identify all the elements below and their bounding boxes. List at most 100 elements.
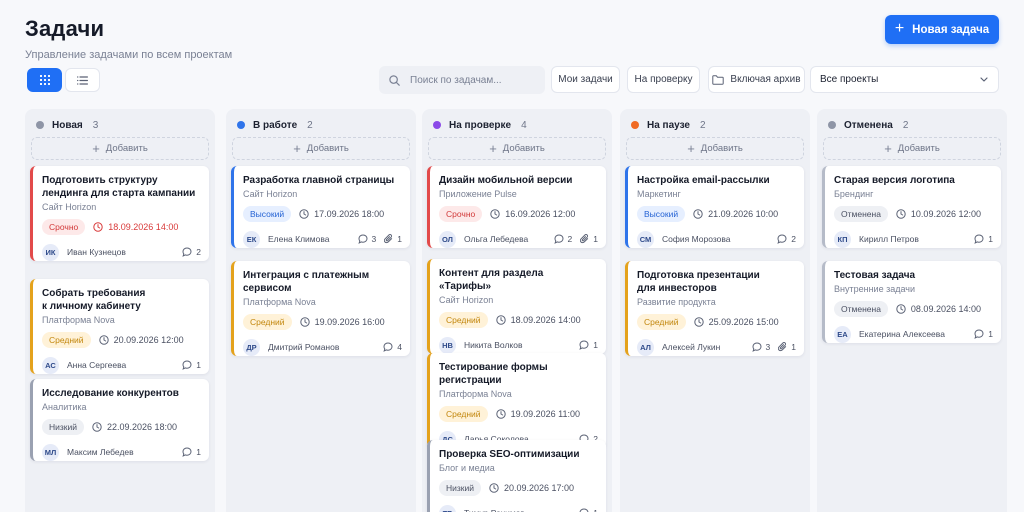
task-meta: Отменена 10.09.2026 12:00 bbox=[834, 206, 993, 222]
add-task-button[interactable]: + Добавить bbox=[626, 137, 804, 160]
status-dot bbox=[36, 121, 44, 129]
task-meta: Средний 19.09.2026 16:00 bbox=[243, 314, 402, 330]
add-task-label: Добавить bbox=[306, 143, 349, 154]
add-task-label: Добавить bbox=[502, 143, 545, 154]
search-input[interactable] bbox=[410, 74, 530, 86]
project-filter-select[interactable]: Все проекты bbox=[810, 66, 999, 93]
status-dot bbox=[433, 121, 441, 129]
clock-icon bbox=[98, 335, 109, 345]
column-header: Новая 3 bbox=[36, 119, 98, 131]
task-card[interactable]: Разработка главной страницы Сайт Horizon В… bbox=[231, 166, 410, 248]
add-task-button[interactable]: + Добавить bbox=[823, 137, 1001, 160]
avatar: КП bbox=[834, 230, 851, 248]
new-task-button[interactable]: + Новая задача bbox=[885, 15, 999, 44]
due-date-value: 20.09.2026 12:00 bbox=[113, 335, 184, 345]
comments-count: 2 bbox=[553, 234, 572, 244]
task-meta: Срочно 16.09.2026 12:00 bbox=[439, 206, 598, 222]
page-title: Задачи bbox=[25, 16, 105, 41]
comments-count: 4 bbox=[383, 342, 402, 352]
due-date-value: 21.09.2026 10:00 bbox=[708, 209, 779, 219]
due-date: 19.09.2026 16:00 bbox=[299, 317, 385, 327]
on-review-filter[interactable]: На проверку bbox=[627, 66, 700, 93]
due-date: 20.09.2026 12:00 bbox=[98, 335, 184, 345]
comment-icon bbox=[182, 447, 192, 457]
search-box[interactable] bbox=[379, 66, 545, 94]
avatar: НВ bbox=[439, 336, 456, 354]
task-meta: Низкий 22.09.2026 18:00 bbox=[42, 419, 201, 435]
comment-icon bbox=[182, 247, 192, 257]
assignee-name: Анна Сергеева bbox=[67, 360, 127, 370]
page-header: Задачи Управление задачами по всем проек… bbox=[25, 16, 232, 61]
comment-icon bbox=[751, 342, 762, 352]
comment-icon bbox=[579, 508, 589, 512]
task-card[interactable]: Старая версия логотипа Брендинг Отменена 10… bbox=[822, 166, 1001, 248]
attachments-value: 1 bbox=[593, 234, 598, 244]
new-task-label: Новая задача bbox=[912, 23, 990, 36]
page-subtitle: Управление задачами по всем проектам bbox=[25, 49, 233, 61]
clock-icon bbox=[93, 222, 103, 232]
task-card[interactable]: Проверка SEO-оптимизации Блог и медиа Низк… bbox=[427, 440, 606, 512]
add-task-button[interactable]: + Добавить bbox=[232, 137, 410, 160]
task-card[interactable]: Дизайн мобильной версии Приложение Pulse С… bbox=[427, 166, 606, 248]
status-dot bbox=[237, 121, 245, 129]
column-header: В работе 2 bbox=[237, 119, 313, 131]
status-dot bbox=[828, 121, 836, 129]
paperclip-icon bbox=[384, 234, 393, 244]
avatar: ТР bbox=[439, 504, 456, 512]
board-view-button[interactable] bbox=[27, 68, 62, 92]
due-date: 20.09.2026 17:00 bbox=[489, 483, 574, 493]
task-meta: Высокий 21.09.2026 10:00 bbox=[637, 206, 796, 222]
task-footer: АЛ Алексей Лукин 3 1 bbox=[637, 338, 796, 356]
task-footer: ДР Дмитрий Романов 4 bbox=[243, 338, 402, 356]
task-card[interactable]: Исследование конкурентов Аналитика Низкий 2… bbox=[30, 379, 209, 461]
avatar: ДР bbox=[243, 338, 260, 356]
column-4: На паузе 2 + Добавить Настройка email-рассыл… bbox=[620, 109, 810, 512]
task-title: Подготовить структуру лендинга для старт… bbox=[42, 175, 196, 199]
add-task-button[interactable]: + Добавить bbox=[428, 137, 606, 160]
comments-count: 1 bbox=[974, 329, 993, 339]
task-footer: СМ София Морозова 2 bbox=[637, 230, 796, 248]
comments-value: 1 bbox=[196, 447, 201, 457]
comment-icon bbox=[777, 234, 787, 244]
assignee-name: Никита Волков bbox=[464, 340, 523, 350]
list-view-button[interactable] bbox=[65, 68, 100, 92]
task-card[interactable]: Подготовка презентации для инвесторов Раз… bbox=[625, 261, 804, 356]
comments-value: 1 bbox=[988, 329, 993, 339]
task-footer: ИК Иван Кузнецов 2 bbox=[42, 243, 201, 261]
priority-badge: Средний bbox=[42, 332, 91, 348]
comments-count: 1 bbox=[182, 447, 201, 457]
column-count: 3 bbox=[92, 119, 99, 131]
task-project: Приложение Pulse bbox=[439, 189, 517, 199]
task-card[interactable]: Интеграция с платежным сервисом Платформа… bbox=[231, 261, 410, 356]
comments-value: 1 bbox=[196, 360, 201, 370]
column-header: На паузе 2 bbox=[631, 119, 706, 131]
avatar: АЛ bbox=[637, 338, 654, 356]
assignee-name: Екатерина Алексеева bbox=[859, 329, 945, 339]
task-title: Проверка SEO-оптимизации bbox=[439, 449, 580, 460]
assignee-name: Кирилл Петров bbox=[859, 234, 919, 244]
task-card[interactable]: Подготовить структуру лендинга для старт… bbox=[30, 166, 209, 261]
clock-icon bbox=[489, 483, 499, 493]
attachments-count: 1 bbox=[778, 342, 796, 352]
task-card[interactable]: Настройка email-рассылки Маркетинг Высокий… bbox=[625, 166, 804, 248]
due-date: 19.09.2026 11:00 bbox=[495, 409, 580, 419]
add-task-button[interactable]: + Добавить bbox=[31, 137, 209, 160]
add-task-label: Добавить bbox=[105, 143, 148, 154]
task-footer: МЛ Максим Лебедев 1 bbox=[42, 443, 201, 461]
task-card[interactable]: Собрать требования к личному кабинету Пла… bbox=[30, 279, 209, 374]
task-footer: ТР Тимур Рахимов 1 bbox=[439, 504, 598, 512]
assignee-name: Дмитрий Романов bbox=[268, 342, 340, 352]
task-title: Подготовка презентации для инвесторов bbox=[637, 270, 760, 294]
comments-count: 1 bbox=[182, 360, 201, 370]
list-icon bbox=[77, 75, 88, 85]
comments-count: 2 bbox=[777, 234, 796, 244]
task-card[interactable]: Контент для раздела «Тарифы» Сайт Horizon… bbox=[427, 259, 606, 354]
task-card[interactable]: Тестовая задача Внутренние задачи Отменена… bbox=[822, 261, 1001, 343]
due-date: 18.09.2026 14:00 bbox=[495, 315, 581, 325]
task-card[interactable]: Тестирование формы регистрации Платформа … bbox=[427, 353, 606, 448]
my-tasks-filter[interactable]: Мои задачи bbox=[551, 66, 620, 93]
task-meta: Высокий 17.09.2026 18:00 bbox=[243, 206, 402, 222]
task-title: Собрать требования к личному кабинету bbox=[42, 288, 146, 312]
due-date: 16.09.2026 12:00 bbox=[490, 209, 575, 219]
include-archive-filter[interactable]: Включая архив bbox=[708, 66, 805, 93]
